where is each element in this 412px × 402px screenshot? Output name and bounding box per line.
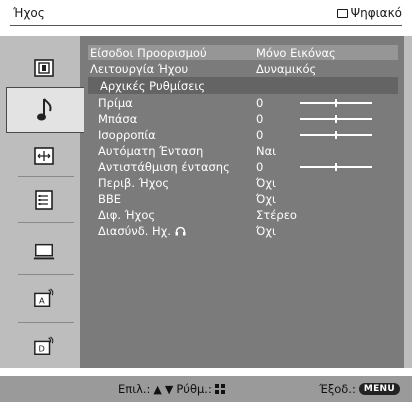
row-value: Μόνο Εικόνας (256, 45, 336, 60)
input-source-label: Ψηφιακό (350, 6, 402, 20)
sidebar-divider (18, 322, 74, 323)
sound-settings-panel: Είσοδοι Προορισμού Μόνο Εικόνας Λειτουργ… (80, 36, 404, 368)
row-label: Διασύνδ. Ηχ. (98, 224, 186, 238)
row-label: Είσοδοι Προορισμού (90, 45, 207, 60)
slider-knob[interactable] (335, 163, 337, 171)
row-value: 0 (256, 95, 264, 110)
row-label: Αρχικές Ρυθμίσεις (100, 78, 206, 93)
row-label: Πρίμα (98, 95, 133, 110)
sidebar-item-digital-setup[interactable]: D (8, 326, 80, 366)
treble-slider[interactable] (300, 99, 372, 107)
svg-text:D: D (39, 344, 45, 354)
menu-row-auto-volume[interactable]: Αυτόματη Ένταση Ναι (88, 143, 398, 158)
up-arrow-icon: ▲ (153, 382, 162, 396)
slider-knob[interactable] (335, 131, 337, 139)
picture-icon (33, 57, 55, 79)
sidebar-item-screen[interactable] (8, 136, 80, 176)
sidebar-divider (18, 274, 74, 275)
menu-row-bbe[interactable]: BBE Όχι (88, 191, 398, 206)
select-hint-label: Επιλ.: (118, 382, 151, 396)
row-label: BBE (98, 191, 122, 206)
menu-row-surround[interactable]: Περιβ. Ήχος Όχι (88, 175, 398, 190)
down-arrow-icon: ▼ (164, 382, 174, 396)
sidebar-item-picture[interactable] (8, 48, 80, 88)
sidebar-item-sound[interactable] (6, 87, 84, 133)
settings-list-icon (33, 189, 55, 211)
row-label: Μπάσα (98, 111, 138, 126)
bass-slider[interactable] (300, 115, 372, 123)
row-label: Περιβ. Ήχος (98, 175, 170, 190)
row-value: 0 (256, 159, 264, 174)
sidebar-item-setup[interactable] (8, 180, 80, 220)
menu-row-bass[interactable]: Μπάσα 0 (88, 111, 398, 126)
row-label: Αυτόματη Ένταση (98, 143, 204, 158)
row-value: 0 (256, 111, 264, 126)
exit-hint-label: Έξοδ.: (319, 382, 356, 396)
row-value: Όχι (256, 191, 276, 206)
row-label: Ισορροπία (98, 127, 156, 142)
digital-setup-icon: D (33, 335, 55, 357)
menu-row-volume-offset[interactable]: Αντιστάθμιση έντασης 0 (88, 159, 398, 174)
menu-row-target-inputs[interactable]: Είσοδοι Προορισμού Μόνο Εικόνας (88, 45, 398, 60)
exit-hint: Έξοδ.: MENU (319, 382, 400, 396)
slider-knob[interactable] (335, 99, 337, 107)
analog-setup-icon: A (33, 287, 55, 309)
row-value: Δυναμικός (256, 61, 317, 76)
pc-monitor-icon (33, 241, 55, 263)
row-label: Αντιστάθμιση έντασης (98, 159, 230, 174)
adjust-hint-label: Ρύθμ.: (176, 382, 212, 396)
menu-row-balance[interactable]: Ισορροπία 0 (88, 127, 398, 142)
row-value: 0 (256, 127, 264, 142)
key-guide-bar: Επιλ.: ▲ ▼ Ρύθμ.: Έξοδ.: MENU (0, 376, 412, 402)
sound-menu-screen: Ήχος Ψηφιακό A D Είσοδοι Προορισμού Μόνο… (0, 0, 412, 402)
row-label: Διφ. Ήχος (98, 207, 156, 222)
volume-offset-slider[interactable] (300, 163, 372, 171)
header-divider (10, 25, 402, 26)
row-label: Λειτουργία Ήχου (90, 61, 189, 76)
navigation-hints: Επιλ.: ▲ ▼ Ρύθμ.: (118, 382, 225, 396)
slider-knob[interactable] (335, 115, 337, 123)
input-source-indicator: Ψηφιακό (336, 6, 402, 20)
row-value: Ναι (256, 143, 277, 158)
row-value: Στέρεο (256, 207, 297, 222)
headphones-icon (175, 226, 186, 235)
screen-fit-icon (33, 145, 55, 167)
svg-text:A: A (39, 296, 45, 306)
menu-row-treble[interactable]: Πρίμα 0 (88, 95, 398, 110)
menu-key-badge[interactable]: MENU (358, 383, 400, 395)
page-title: Ήχος (13, 6, 45, 20)
menu-row-reset[interactable]: Αρχικές Ρυθμίσεις (88, 77, 398, 94)
sidebar-item-analog-setup[interactable]: A (8, 278, 80, 318)
balance-slider[interactable] (300, 131, 372, 139)
sound-note-icon (35, 98, 57, 121)
sidebar-item-pc[interactable] (8, 232, 80, 272)
category-sidebar: A D (6, 36, 84, 368)
row-value: Όχι (256, 223, 276, 238)
sidebar-divider (18, 176, 74, 177)
row-value: Όχι (256, 175, 276, 190)
input-source-icon (336, 8, 348, 18)
sidebar-divider (18, 222, 74, 223)
row-label-text: Διασύνδ. Ηχ. (98, 223, 171, 238)
menu-row-audio-link[interactable]: Διασύνδ. Ηχ. Όχι (88, 223, 398, 238)
menu-row-dual-sound[interactable]: Διφ. Ήχος Στέρεο (88, 207, 398, 222)
menu-row-sound-mode[interactable]: Λειτουργία Ήχου Δυναμικός (88, 61, 398, 76)
enter-key-icon (214, 384, 225, 394)
menu-frame: A D Είσοδοι Προορισμού Μόνο Εικόνας Λειτ… (0, 36, 412, 368)
